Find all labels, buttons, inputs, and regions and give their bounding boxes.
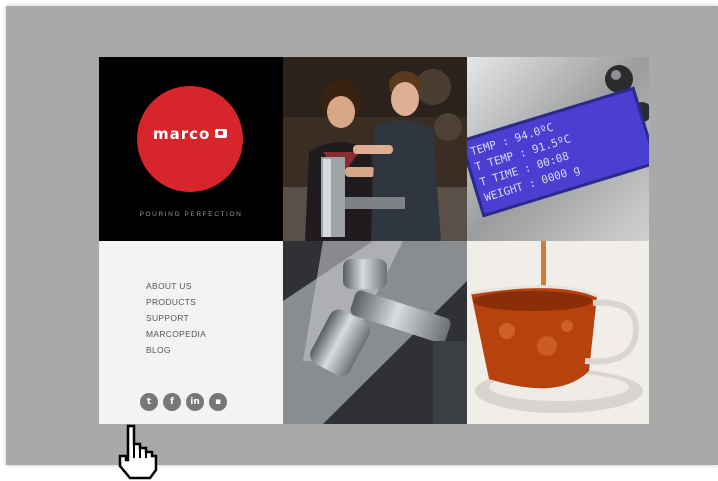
main-nav: ABOUT US PRODUCTS SUPPORT MARCOPEDIA BLO… bbox=[146, 278, 206, 358]
facebook-icon[interactable]: f bbox=[163, 393, 181, 411]
baristas-photo bbox=[283, 57, 467, 241]
logo-text: marco bbox=[153, 125, 211, 143]
logo-cup-icon bbox=[215, 129, 227, 138]
nav-marcopedia[interactable]: MARCOPEDIA bbox=[146, 326, 206, 342]
linkedin-icon[interactable]: in bbox=[186, 393, 204, 411]
marco-website: marco POURING PERFECTION TEMP: 94.0ºC T… bbox=[99, 57, 649, 424]
spout-photo bbox=[283, 241, 467, 424]
twitter-icon[interactable]: t bbox=[140, 393, 158, 411]
nav-about-us[interactable]: ABOUT US bbox=[146, 278, 206, 294]
logo-circle: marco bbox=[137, 86, 243, 192]
tea-cup-photo bbox=[467, 241, 649, 424]
hand-pointer-cursor bbox=[116, 424, 164, 480]
tagline: POURING PERFECTION bbox=[139, 211, 243, 218]
logo-tile[interactable]: marco POURING PERFECTION bbox=[99, 57, 283, 241]
cup-icon[interactable]: ▪ bbox=[209, 393, 227, 411]
navigation-tile: ABOUT US PRODUCTS SUPPORT MARCOPEDIA BLO… bbox=[99, 241, 283, 424]
temperature-display-photo: TEMP : 94.0ºC T TEMP : 91.5ºC T TIME : 0… bbox=[467, 57, 649, 241]
browser-viewport: marco POURING PERFECTION TEMP: 94.0ºC T… bbox=[6, 6, 718, 465]
nav-support[interactable]: SUPPORT bbox=[146, 310, 206, 326]
social-links: t f in ▪ bbox=[140, 393, 227, 411]
nav-products[interactable]: PRODUCTS bbox=[146, 294, 206, 310]
nav-blog[interactable]: BLOG bbox=[146, 342, 206, 358]
